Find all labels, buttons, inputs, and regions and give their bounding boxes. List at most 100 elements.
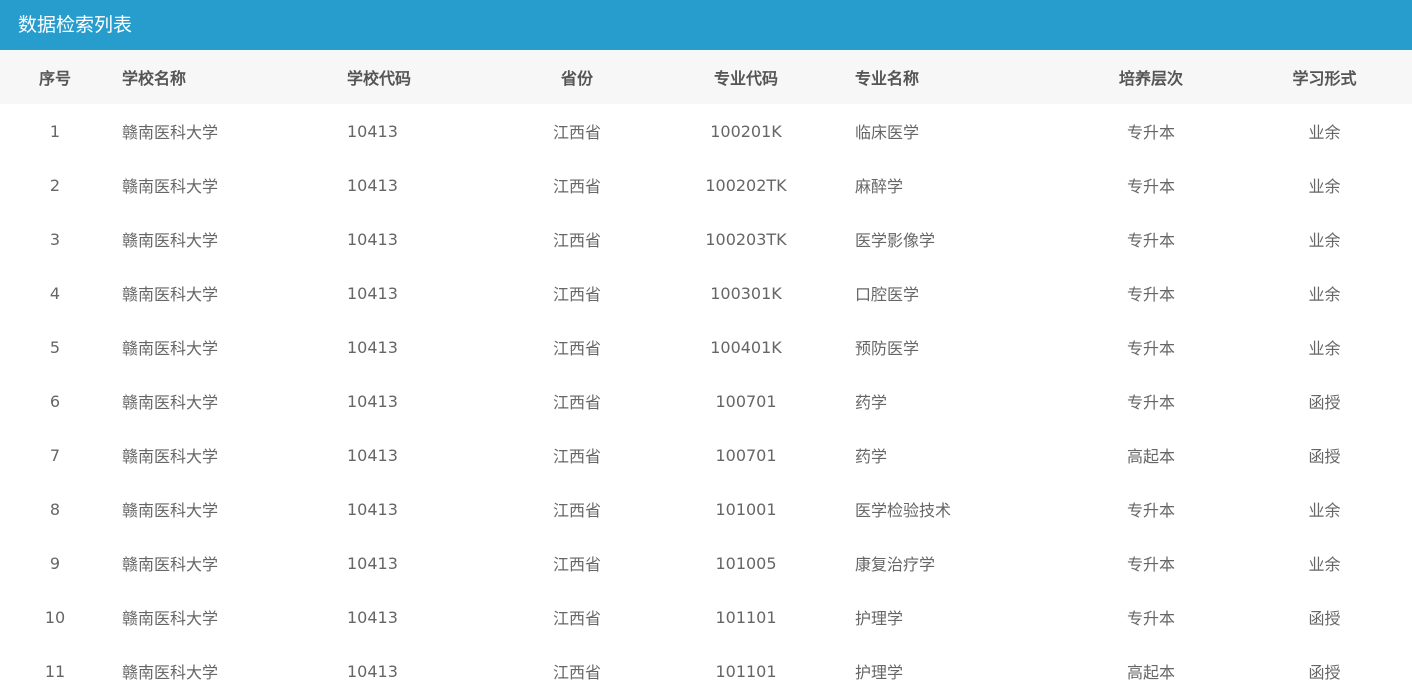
col-header-level: 培养层次 bbox=[1118, 69, 1183, 88]
cell-school-code: 10413 bbox=[347, 283, 398, 303]
cell-index: 9 bbox=[49, 553, 61, 573]
cell-level: 专升本 bbox=[1126, 393, 1175, 412]
cell-study-form: 函授 bbox=[1308, 393, 1341, 412]
cell-index: 2 bbox=[49, 175, 61, 195]
cell-school-code: 10413 bbox=[347, 553, 398, 573]
table-row: 7 赣南医科大学 10413 江西省 100701 药学 高起本 函授 bbox=[0, 428, 1412, 482]
cell-index: 5 bbox=[49, 337, 61, 357]
cell-school-code: 10413 bbox=[347, 229, 398, 249]
col-header-major-code: 专业代码 bbox=[713, 69, 778, 88]
cell-study-form: 业余 bbox=[1308, 339, 1341, 358]
col-header-school-code: 学校代码 bbox=[347, 69, 412, 88]
cell-province: 江西省 bbox=[552, 447, 601, 466]
cell-study-form: 业余 bbox=[1308, 177, 1341, 196]
cell-major-code: 100203TK bbox=[705, 229, 787, 249]
cell-major-name: 医学影像学 bbox=[855, 231, 936, 250]
cell-study-form: 业余 bbox=[1308, 555, 1341, 574]
cell-index: 8 bbox=[49, 499, 61, 519]
col-header-study-form: 学习形式 bbox=[1292, 69, 1357, 88]
cell-study-form: 函授 bbox=[1308, 609, 1341, 628]
table-row: 1 赣南医科大学 10413 江西省 100201K 临床医学 专升本 业余 bbox=[0, 104, 1412, 158]
cell-level: 专升本 bbox=[1126, 231, 1175, 250]
cell-province: 江西省 bbox=[552, 177, 601, 196]
cell-school-code: 10413 bbox=[347, 607, 398, 627]
cell-level: 高起本 bbox=[1126, 447, 1175, 466]
cell-level: 专升本 bbox=[1126, 123, 1175, 142]
cell-major-name: 护理学 bbox=[855, 663, 904, 682]
cell-school-name: 赣南医科大学 bbox=[122, 609, 219, 628]
cell-school-name: 赣南医科大学 bbox=[122, 231, 219, 250]
cell-study-form: 业余 bbox=[1308, 285, 1341, 304]
cell-school-code: 10413 bbox=[347, 661, 398, 681]
cell-school-name: 赣南医科大学 bbox=[122, 663, 219, 682]
cell-major-name: 麻醉学 bbox=[855, 177, 904, 196]
cell-school-code: 10413 bbox=[347, 337, 398, 357]
cell-province: 江西省 bbox=[552, 339, 601, 358]
table-row: 6 赣南医科大学 10413 江西省 100701 药学 专升本 函授 bbox=[0, 374, 1412, 428]
cell-index: 4 bbox=[49, 283, 61, 303]
cell-major-name: 预防医学 bbox=[855, 339, 920, 358]
table-row: 2 赣南医科大学 10413 江西省 100202TK 麻醉学 专升本 业余 bbox=[0, 158, 1412, 212]
cell-major-code: 100701 bbox=[715, 445, 777, 465]
cell-level: 专升本 bbox=[1126, 339, 1175, 358]
cell-level: 高起本 bbox=[1126, 663, 1175, 682]
cell-school-name: 赣南医科大学 bbox=[122, 339, 219, 358]
data-search-panel: 数据检索列表 序号 学校名称 学校代码 省份 专业代码 专业名称 培养层次 学习… bbox=[0, 0, 1412, 693]
cell-province: 江西省 bbox=[552, 663, 601, 682]
cell-major-code: 101101 bbox=[715, 661, 777, 681]
cell-major-code: 100201K bbox=[710, 121, 782, 141]
cell-level: 专升本 bbox=[1126, 285, 1175, 304]
cell-school-code: 10413 bbox=[347, 121, 398, 141]
cell-major-code: 101001 bbox=[715, 499, 777, 519]
col-header-school-name: 学校名称 bbox=[122, 69, 187, 88]
cell-major-name: 口腔医学 bbox=[855, 285, 920, 304]
cell-index: 6 bbox=[49, 391, 61, 411]
table-header-row: 序号 学校名称 学校代码 省份 专业代码 专业名称 培养层次 学习形式 bbox=[0, 50, 1412, 104]
cell-school-name: 赣南医科大学 bbox=[122, 555, 219, 574]
cell-level: 专升本 bbox=[1126, 555, 1175, 574]
results-table: 序号 学校名称 学校代码 省份 专业代码 专业名称 培养层次 学习形式 1 赣南医… bbox=[0, 50, 1412, 693]
cell-province: 江西省 bbox=[552, 393, 601, 412]
cell-level: 专升本 bbox=[1126, 609, 1175, 628]
table-row: 10 赣南医科大学 10413 江西省 101101 护理学 专升本 函授 bbox=[0, 590, 1412, 644]
table-row: 9 赣南医科大学 10413 江西省 101005 康复治疗学 专升本 业余 bbox=[0, 536, 1412, 590]
cell-major-code: 100401K bbox=[710, 337, 782, 357]
cell-level: 专升本 bbox=[1126, 501, 1175, 520]
cell-index: 11 bbox=[44, 661, 66, 681]
cell-index: 1 bbox=[49, 121, 61, 141]
cell-level: 专升本 bbox=[1126, 177, 1175, 196]
col-header-index: 序号 bbox=[38, 69, 71, 88]
table-row: 8 赣南医科大学 10413 江西省 101001 医学检验技术 专升本 业余 bbox=[0, 482, 1412, 536]
cell-major-code: 100202TK bbox=[705, 175, 787, 195]
cell-major-name: 医学检验技术 bbox=[855, 501, 952, 520]
cell-province: 江西省 bbox=[552, 285, 601, 304]
table-row: 11 赣南医科大学 10413 江西省 101101 护理学 高起本 函授 bbox=[0, 644, 1412, 693]
cell-school-name: 赣南医科大学 bbox=[122, 123, 219, 142]
table-body: 1 赣南医科大学 10413 江西省 100201K 临床医学 专升本 业余 2 赣南医科大学 10… bbox=[0, 104, 1412, 693]
cell-index: 3 bbox=[49, 229, 61, 249]
table-row: 3 赣南医科大学 10413 江西省 100203TK 医学影像学 专升本 业余 bbox=[0, 212, 1412, 266]
cell-province: 江西省 bbox=[552, 555, 601, 574]
cell-province: 江西省 bbox=[552, 501, 601, 520]
cell-study-form: 业余 bbox=[1308, 501, 1341, 520]
cell-school-code: 10413 bbox=[347, 499, 398, 519]
cell-index: 10 bbox=[44, 607, 66, 627]
cell-province: 江西省 bbox=[552, 609, 601, 628]
cell-province: 江西省 bbox=[552, 123, 601, 142]
table-row: 4 赣南医科大学 10413 江西省 100301K 口腔医学 专升本 业余 bbox=[0, 266, 1412, 320]
cell-school-code: 10413 bbox=[347, 445, 398, 465]
cell-school-code: 10413 bbox=[347, 175, 398, 195]
cell-province: 江西省 bbox=[552, 231, 601, 250]
panel-title: 数据检索列表 bbox=[0, 0, 1412, 50]
cell-index: 7 bbox=[49, 445, 61, 465]
cell-major-code: 101101 bbox=[715, 607, 777, 627]
col-header-major-name: 专业名称 bbox=[855, 69, 920, 88]
cell-major-name: 临床医学 bbox=[855, 123, 920, 142]
cell-study-form: 业余 bbox=[1308, 231, 1341, 250]
cell-major-code: 100301K bbox=[710, 283, 782, 303]
cell-school-name: 赣南医科大学 bbox=[122, 447, 219, 466]
cell-study-form: 业余 bbox=[1308, 123, 1341, 142]
cell-major-code: 100701 bbox=[715, 391, 777, 411]
cell-major-code: 101005 bbox=[715, 553, 777, 573]
cell-study-form: 函授 bbox=[1308, 447, 1341, 466]
